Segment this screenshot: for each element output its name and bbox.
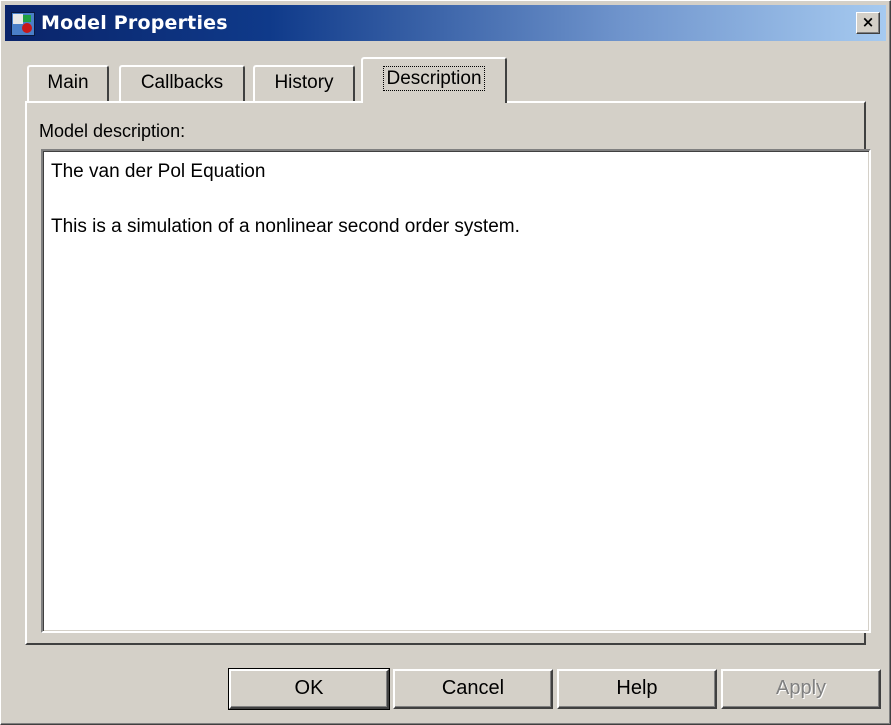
tab-description-label: Description bbox=[383, 66, 485, 91]
description-tab-panel: Model description: The van der Pol Equat… bbox=[25, 101, 871, 645]
close-button[interactable]: × bbox=[856, 12, 880, 34]
model-properties-dialog: Model Properties × Main Callbacks Histor… bbox=[0, 0, 891, 725]
tab-description[interactable]: Description bbox=[361, 57, 507, 103]
description-line-body: This is a simulation of a nonlinear seco… bbox=[51, 216, 520, 237]
tab-history[interactable]: History bbox=[253, 65, 355, 101]
help-button[interactable]: Help bbox=[557, 669, 717, 709]
simulink-model-icon bbox=[11, 12, 35, 36]
cancel-button[interactable]: Cancel bbox=[393, 669, 553, 709]
description-line-title: The van der Pol Equation bbox=[51, 161, 266, 182]
model-description-label: Model description: bbox=[39, 121, 186, 141]
ok-button[interactable]: OK bbox=[228, 668, 390, 710]
tab-main[interactable]: Main bbox=[27, 65, 109, 101]
tab-history-label: History bbox=[274, 72, 334, 93]
close-icon: × bbox=[861, 13, 875, 31]
window-title: Model Properties bbox=[41, 12, 228, 34]
title-bar[interactable]: Model Properties × bbox=[5, 5, 886, 41]
tab-callbacks[interactable]: Callbacks bbox=[119, 65, 245, 101]
apply-button[interactable]: Apply bbox=[721, 669, 881, 709]
tab-callbacks-label: Callbacks bbox=[140, 72, 224, 93]
tab-main-label: Main bbox=[47, 72, 89, 93]
model-description-textarea[interactable]: The van der Pol Equation This is a simul… bbox=[41, 149, 871, 633]
